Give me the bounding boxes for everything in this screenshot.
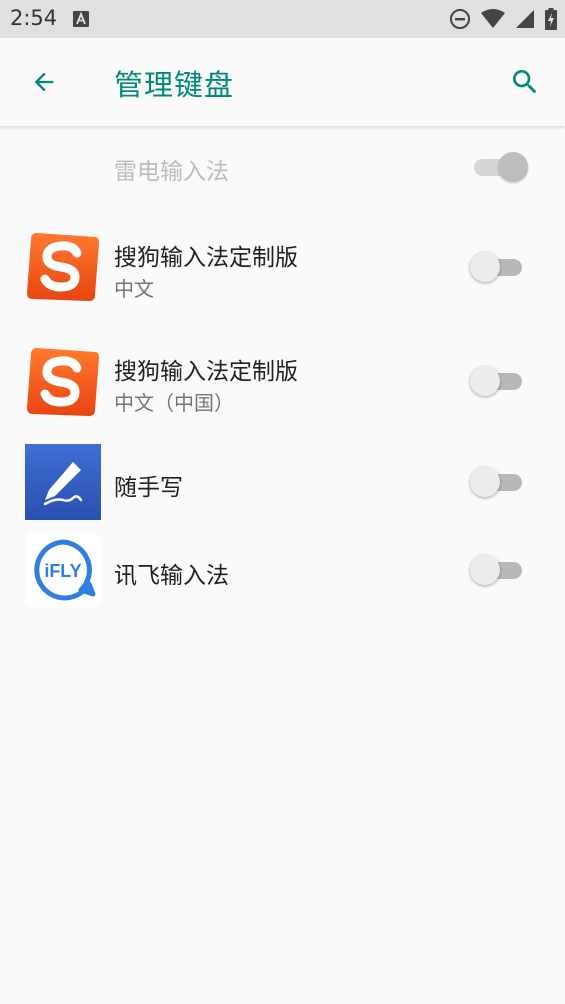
keyboard-row-xunfei[interactable]: iFLY 讯飞输入法 bbox=[0, 532, 565, 608]
status-icons bbox=[449, 8, 557, 30]
ifly-logo-icon: iFLY bbox=[25, 532, 101, 608]
keyboard-title: 搜狗输入法定制版 bbox=[114, 359, 298, 385]
cellular-signal-icon bbox=[515, 9, 535, 29]
do-not-disturb-icon bbox=[449, 8, 471, 30]
search-button[interactable] bbox=[501, 58, 549, 106]
keyboard-title: 搜狗输入法定制版 bbox=[114, 245, 298, 271]
keyboard-title: 雷电输入法 bbox=[114, 159, 229, 185]
keyboard-toggle[interactable] bbox=[470, 553, 524, 587]
keyboard-toggle[interactable] bbox=[470, 150, 528, 184]
arrow-back-icon bbox=[34, 72, 54, 92]
a-notification-icon bbox=[73, 11, 89, 27]
keyboard-toggle[interactable] bbox=[470, 465, 524, 499]
ifly-logo-text: iFLY bbox=[44, 561, 81, 581]
keyboard-row-sogou-zh-cn[interactable]: 搜狗输入法定制版 中文（中国） bbox=[0, 340, 565, 450]
keyboard-subtitle: 中文 bbox=[114, 277, 154, 301]
keyboard-toggle[interactable] bbox=[470, 364, 524, 398]
sogou-logo-icon bbox=[25, 344, 101, 420]
keyboard-row-suishouxie[interactable]: 随手写 bbox=[0, 444, 565, 520]
back-button[interactable] bbox=[20, 58, 68, 106]
keyboard-title: 讯飞输入法 bbox=[114, 563, 229, 589]
keyboard-row-leidian[interactable]: 雷电输入法 bbox=[0, 126, 565, 206]
keyboard-toggle[interactable] bbox=[470, 250, 524, 284]
page-title: 管理键盘 bbox=[114, 68, 235, 102]
status-time: 2:54 bbox=[10, 6, 58, 30]
search-icon bbox=[513, 70, 537, 94]
keyboard-subtitle: 中文（中国） bbox=[114, 391, 234, 415]
battery-charging-icon bbox=[545, 8, 557, 30]
keyboard-row-sogou-zh[interactable]: 搜狗输入法定制版 中文 bbox=[0, 226, 565, 336]
handwriting-pen-icon bbox=[25, 444, 101, 520]
wifi-icon bbox=[481, 9, 505, 29]
status-bar: 2:54 bbox=[0, 0, 565, 38]
keyboard-title: 随手写 bbox=[114, 475, 183, 501]
sogou-logo-icon bbox=[25, 229, 101, 305]
app-bar: 管理键盘 bbox=[0, 38, 565, 126]
